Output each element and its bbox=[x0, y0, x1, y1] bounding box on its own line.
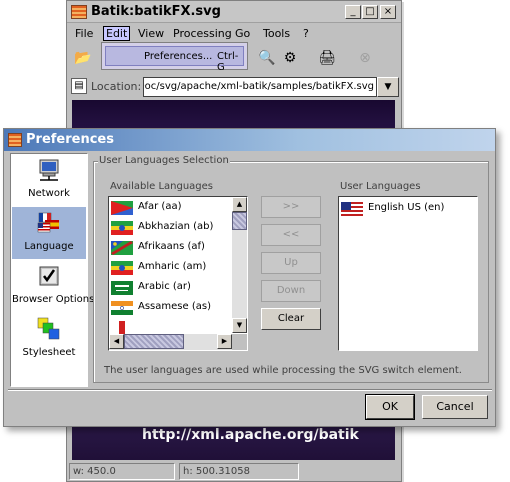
move-down-button[interactable]: Down bbox=[261, 280, 321, 302]
partial-flag-icon bbox=[111, 321, 133, 335]
language-name: Abkhazian (ab) bbox=[138, 221, 214, 232]
sidebar-label-network: Network bbox=[28, 188, 70, 199]
group-title: User Languages Selection bbox=[98, 155, 230, 166]
vertical-scroll-thumb[interactable] bbox=[232, 212, 247, 230]
canvas-banner-text: http://xml.apache.org/batik bbox=[142, 427, 359, 443]
available-languages-list[interactable]: Afar (aa) Abkhazian (ab) Afrikaans (af) … bbox=[108, 196, 248, 351]
sidebar-label-browser-options: Browser Options bbox=[12, 294, 95, 305]
close-button[interactable]: × bbox=[380, 5, 396, 19]
menu-view[interactable]: View bbox=[138, 27, 164, 40]
language-name: Afrikaans (af) bbox=[138, 241, 205, 252]
menubar: File Edit View Processing Go Tools ? bbox=[67, 24, 401, 44]
list-item[interactable]: Amharic (am) bbox=[111, 259, 231, 277]
remove-language-button[interactable]: << bbox=[261, 224, 321, 246]
language-name: English US (en) bbox=[368, 202, 445, 213]
menu-tools[interactable]: Tools bbox=[263, 27, 290, 40]
menu-item-preferences[interactable]: Preferences... Ctrl-G bbox=[105, 46, 244, 73]
language-name: Arabic (ar) bbox=[138, 281, 191, 292]
sidebar-label-language: Language bbox=[24, 241, 74, 252]
list-item[interactable]: Afrikaans (af) bbox=[111, 239, 231, 257]
available-languages-label: Available Languages bbox=[110, 181, 214, 192]
status-width: w: 450.0 bbox=[69, 463, 175, 480]
network-computer-icon bbox=[39, 159, 59, 181]
batik-titlebar[interactable]: Batik:batikFX.svg _ □ × bbox=[67, 1, 401, 23]
horizontal-scroll-thumb[interactable] bbox=[124, 334, 184, 349]
move-up-button[interactable]: Up bbox=[261, 252, 321, 274]
language-name: Afar (aa) bbox=[138, 201, 182, 212]
us-flag-icon bbox=[341, 202, 363, 216]
scroll-left-button[interactable]: ◀ bbox=[109, 334, 124, 349]
statusbar: w: 450.0 h: 500.31058 bbox=[67, 461, 401, 481]
preferences-shortcut: Ctrl-G bbox=[217, 51, 239, 73]
user-languages-group: User Languages Selection Available Langu… bbox=[93, 155, 489, 383]
menu-edit[interactable]: Edit bbox=[103, 26, 131, 41]
namibia-flag-icon bbox=[111, 241, 133, 255]
user-languages-label: User Languages bbox=[340, 181, 421, 192]
document-icon: ▤ bbox=[71, 78, 87, 94]
horizontal-scrollbar[interactable]: ◀ ▶ bbox=[109, 334, 232, 350]
language-name: Amharic (am) bbox=[138, 261, 207, 272]
list-item[interactable]: Assamese (as) bbox=[111, 299, 231, 317]
list-item[interactable]: English US (en) bbox=[341, 200, 461, 218]
dialog-separator bbox=[8, 389, 492, 391]
preferences-sidebar: Network Language Browser Options Stylesh… bbox=[10, 153, 95, 387]
maximize-button[interactable]: □ bbox=[362, 5, 378, 19]
preferences-title: Preferences bbox=[26, 132, 114, 147]
user-languages-list[interactable]: English US (en) bbox=[338, 196, 478, 351]
language-name: Assamese (as) bbox=[138, 301, 211, 312]
preferences-titlebar[interactable]: Preferences bbox=[4, 129, 495, 151]
sidebar-item-browser-options[interactable]: Browser Options bbox=[12, 260, 95, 312]
batik-window-title: Batik:batikFX.svg bbox=[91, 4, 221, 19]
india-flag-icon bbox=[111, 301, 133, 315]
location-input[interactable]: rk/Doc/svg/apache/xml-batik/samples/bati… bbox=[143, 77, 377, 97]
add-language-button[interactable]: >> bbox=[261, 196, 321, 218]
location-label: Location: bbox=[91, 80, 142, 93]
scroll-up-button[interactable]: ▲ bbox=[232, 197, 247, 212]
preferences-menu-label: Preferences... bbox=[144, 51, 213, 62]
stop-icon[interactable]: ⊗ bbox=[355, 48, 375, 68]
sidebar-label-stylesheet: Stylesheet bbox=[22, 347, 76, 358]
ethiopia-flag-icon bbox=[111, 261, 133, 275]
location-dropdown-button[interactable]: ▼ bbox=[377, 77, 399, 97]
ok-button[interactable]: OK bbox=[365, 394, 415, 420]
minimize-button[interactable]: _ bbox=[345, 5, 361, 19]
checkbox-icon bbox=[39, 266, 59, 286]
scroll-right-button[interactable]: ▶ bbox=[217, 334, 232, 349]
list-item[interactable]: Arabic (ar) bbox=[111, 279, 231, 297]
menu-help[interactable]: ? bbox=[303, 27, 309, 40]
stylesheet-squares-icon bbox=[37, 317, 60, 340]
sidebar-item-language[interactable]: Language bbox=[12, 207, 86, 259]
preferences-dialog: Preferences Network Language Browser Opt… bbox=[3, 128, 496, 427]
scroll-down-button[interactable]: ▼ bbox=[232, 318, 247, 333]
language-flags-icon bbox=[37, 212, 59, 233]
cancel-button[interactable]: Cancel bbox=[422, 395, 488, 419]
print-icon[interactable]: 🖨 bbox=[317, 48, 337, 68]
scroll-corner bbox=[232, 334, 247, 350]
menu-go[interactable]: Go bbox=[235, 27, 250, 40]
user-languages-note: The user languages are used while proces… bbox=[104, 365, 462, 376]
open-folder-icon[interactable]: 📂 bbox=[73, 48, 93, 68]
ethiopia-flag-icon bbox=[111, 221, 133, 235]
menu-file[interactable]: File bbox=[75, 27, 93, 40]
vertical-scrollbar[interactable]: ▲ ▼ bbox=[232, 197, 247, 333]
clear-button[interactable]: Clear bbox=[261, 308, 321, 330]
status-height: h: 500.31058 bbox=[179, 463, 299, 480]
preferences-app-icon bbox=[8, 133, 22, 147]
list-item[interactable]: Afar (aa) bbox=[111, 199, 231, 217]
view-source-icon[interactable]: 🔍 bbox=[257, 48, 277, 68]
saudi-flag-icon bbox=[111, 281, 133, 295]
menu-processing[interactable]: Processing bbox=[173, 27, 232, 40]
location-bar: ▤ Location: rk/Doc/svg/apache/xml-batik/… bbox=[67, 75, 401, 99]
sidebar-item-stylesheet[interactable]: Stylesheet bbox=[12, 313, 86, 365]
eritrea-flag-icon bbox=[111, 201, 133, 215]
dom-viewer-icon[interactable]: ⚙ bbox=[280, 48, 300, 68]
batik-app-icon bbox=[71, 5, 87, 19]
edit-menu-dropdown: Preferences... Ctrl-G bbox=[101, 42, 248, 73]
sidebar-item-network[interactable]: Network bbox=[12, 154, 86, 206]
list-item[interactable]: Abkhazian (ab) bbox=[111, 219, 231, 237]
